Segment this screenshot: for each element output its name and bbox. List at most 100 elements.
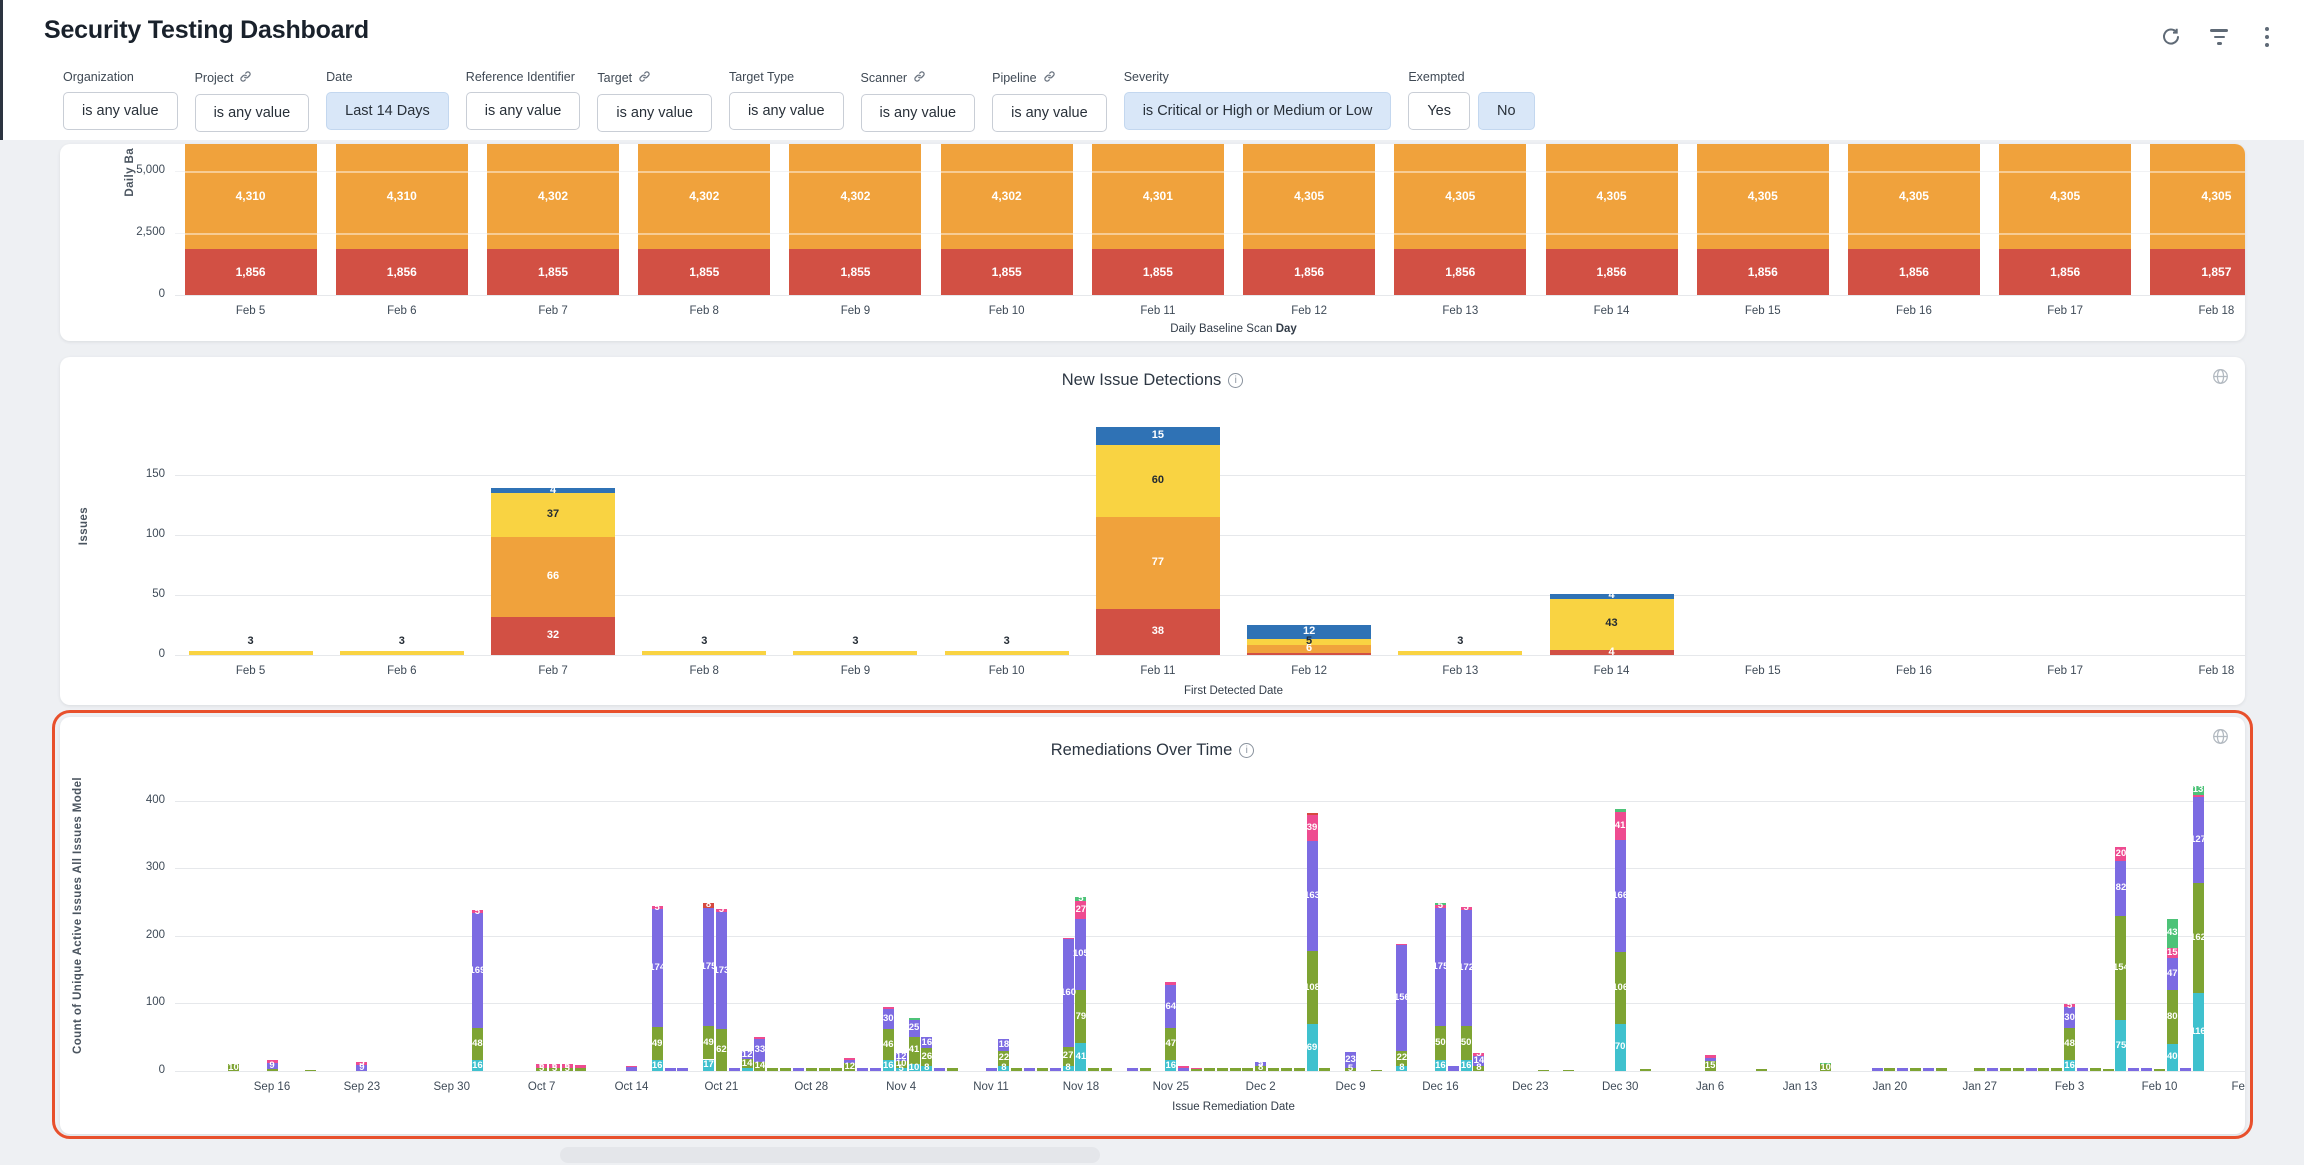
filter-value-button-scanner[interactable]: is any value: [861, 94, 976, 132]
x-tick-label: Feb 9: [800, 305, 910, 317]
filter-value-button-organization[interactable]: is any value: [63, 92, 178, 130]
bar-segment: [2154, 1069, 2165, 1071]
filter-label: Date: [326, 70, 449, 84]
link-icon: [638, 70, 651, 86]
bar-segment: [2115, 1020, 2126, 1071]
bar-segment: [2064, 1028, 2075, 1060]
bar-segment: [2180, 1068, 2191, 1071]
bar-segment: [2103, 1069, 2114, 1071]
bar-segment: [896, 1068, 907, 1071]
bar-segment-medium: [793, 651, 917, 655]
globe-icon[interactable]: [2212, 728, 2229, 750]
bar-segment: [1255, 1062, 1266, 1065]
bar-segment: [575, 1065, 586, 1068]
bar-segment: [1165, 985, 1176, 1028]
bar-segment-low: [491, 488, 615, 493]
filter-icon[interactable]: [2208, 26, 2230, 48]
bar-segment-critical: [1848, 249, 1980, 295]
y-tick-label: 50: [105, 588, 165, 600]
bar-segment: [1910, 1068, 1921, 1071]
bar-segment: [998, 1051, 1009, 1066]
filter-label: Scanner: [861, 70, 976, 86]
y-axis-title: Count of Unique Active Issues All Issues…: [72, 777, 84, 1054]
filter-value-button-target[interactable]: is any value: [597, 94, 712, 132]
bar-segment: [1705, 1055, 1716, 1058]
bar-segment: [267, 1060, 278, 1063]
bar-segment: [1936, 1068, 1947, 1071]
bar-segment: [1050, 1068, 1061, 1071]
x-tick-label: Feb 16: [1859, 665, 1969, 677]
bar-segment: [1230, 1068, 1241, 1071]
bar-segment: [1191, 1068, 1202, 1070]
bar-segment: [883, 1029, 894, 1060]
filter-group-date: Date Last 14 Days: [326, 70, 449, 130]
filter-label: Target: [597, 70, 712, 86]
globe-icon[interactable]: [2212, 368, 2229, 390]
bar-segment: [1396, 944, 1407, 946]
bar-segment: [549, 1064, 560, 1068]
bar-segment: [934, 1068, 945, 1071]
filter-value-button-target-type[interactable]: is any value: [729, 92, 844, 130]
bar-segment: [703, 1060, 714, 1071]
bar-segment-medium: [642, 651, 766, 655]
bar-segment: [703, 908, 714, 1026]
x-tick-label: Nov 11: [946, 1081, 1036, 1093]
bar-segment-critical: [1247, 653, 1371, 655]
gridline: [175, 936, 2245, 937]
bar-segment-critical: [1096, 609, 1220, 655]
filter-group-target: Target is any value: [597, 70, 712, 132]
bar-segment: [1615, 952, 1626, 1024]
bar-segment: [754, 1037, 765, 1039]
x-tick-label: Feb 14: [1557, 665, 1667, 677]
filter-value-button-severity[interactable]: is Critical or High or Medium or Low: [1124, 92, 1392, 130]
filter-value-button-date[interactable]: Last 14 Days: [326, 92, 449, 130]
bar-segment: [780, 1068, 791, 1071]
bar-segment: [2064, 1007, 2075, 1027]
link-icon: [1043, 70, 1056, 86]
bar-segment-high: [1247, 645, 1371, 652]
x-tick-label: Oct 21: [676, 1081, 766, 1093]
bar-segment-high: [1096, 517, 1220, 609]
bar-segment: [2077, 1068, 2088, 1071]
bar-value-label: 3: [945, 635, 1069, 647]
bar-segment: [1974, 1068, 1985, 1071]
link-icon: [239, 70, 252, 86]
refresh-icon[interactable]: [2160, 26, 2182, 48]
bar-segment: [1461, 907, 1472, 910]
bar-segment: [729, 1068, 740, 1071]
x-tick-label: Feb 10: [952, 665, 1062, 677]
x-tick-label: Feb 18: [2161, 305, 2245, 317]
x-tick-label: Nov 25: [1126, 1081, 1216, 1093]
bar-segment: [1872, 1068, 1883, 1071]
bar-segment-medium: [1550, 599, 1674, 651]
bar-segment: [1448, 1066, 1459, 1071]
info-icon[interactable]: i: [1228, 373, 1243, 388]
x-tick-label: Feb 17: [2204, 1081, 2245, 1093]
info-icon[interactable]: i: [1239, 743, 1254, 758]
gridline-overlay: [175, 171, 2245, 173]
x-tick-label: Jan 13: [1755, 1081, 1845, 1093]
x-tick-label: Feb 6: [347, 305, 457, 317]
bar-segment: [1307, 841, 1318, 951]
bar-segment: [2167, 948, 2178, 958]
bar-segment: [2090, 1068, 2101, 1071]
filter-value-button-project[interactable]: is any value: [195, 94, 310, 132]
filter-value-button-reference-identifier[interactable]: is any value: [466, 92, 581, 130]
x-tick-label: Oct 28: [766, 1081, 856, 1093]
filter-group-scanner: Scanner is any value: [861, 70, 976, 132]
filter-value-button-exempted-no[interactable]: No: [1478, 92, 1535, 130]
bar-segment: [1242, 1068, 1253, 1071]
bar-segment: [1615, 840, 1626, 952]
y-tick-label: 150: [105, 468, 165, 480]
bar-segment: [844, 1063, 855, 1071]
filter-value-button-exempted-yes[interactable]: Yes: [1408, 92, 1470, 130]
x-tick-label: Feb 5: [196, 305, 306, 317]
filter-value-button-pipeline[interactable]: is any value: [992, 94, 1107, 132]
bar-segment-critical: [336, 249, 468, 295]
kebab-menu-icon[interactable]: [2256, 26, 2278, 48]
y-axis-title: Issues: [78, 507, 90, 545]
gridline: [175, 1003, 2245, 1004]
gridline: [175, 801, 2245, 802]
bar-segment: [1255, 1066, 1266, 1071]
x-tick-label: Sep 30: [407, 1081, 497, 1093]
